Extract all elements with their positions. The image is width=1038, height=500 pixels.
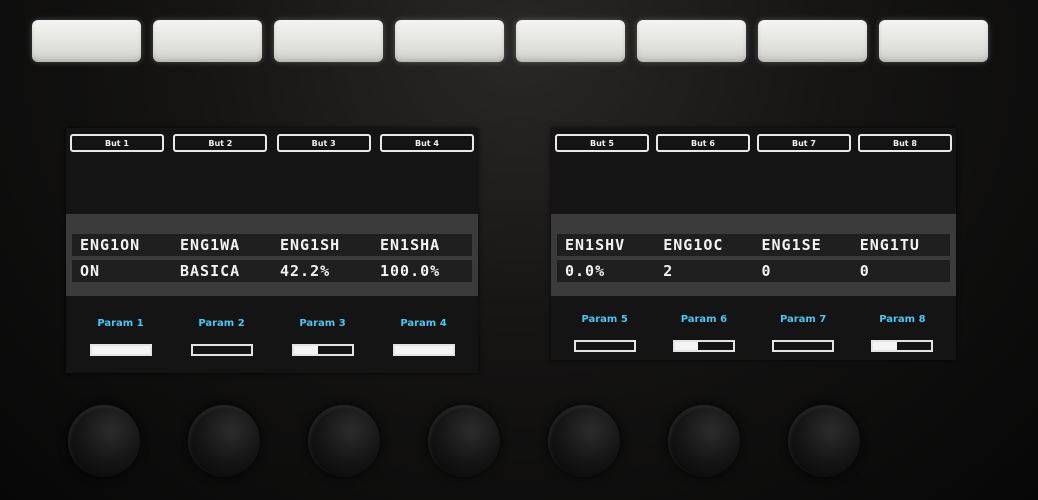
param-label-6: Param 6 <box>680 314 728 325</box>
param-1: Param 1 <box>70 318 171 356</box>
param-label-5: Param 5 <box>581 314 628 325</box>
soft-button-7[interactable]: But 7 <box>757 134 851 152</box>
top-button-4[interactable] <box>395 20 504 62</box>
soft-button-5[interactable]: But 5 <box>555 134 649 152</box>
param-meter-4[interactable] <box>392 344 455 356</box>
left-param-meter-row: Param 1 Param 2 Param 3 Param 4 <box>70 318 474 356</box>
param-value-7: 0 <box>761 262 772 280</box>
left-param-value-row: ON BASICA 42.2% 100.0% <box>72 260 472 282</box>
param-meter-fill-4 <box>394 346 453 354</box>
param-value-4: 100.0% <box>380 262 441 280</box>
knob-2[interactable] <box>188 405 260 477</box>
param-5: Param 5 <box>555 314 654 352</box>
top-button-8[interactable] <box>879 20 988 62</box>
param-name-3: ENG1SH <box>280 236 341 254</box>
soft-button-6[interactable]: But 6 <box>656 134 750 152</box>
param-8: Param 8 <box>853 314 952 352</box>
knob-4[interactable] <box>428 405 500 477</box>
top-button-6[interactable] <box>637 20 746 62</box>
top-button-1[interactable] <box>32 20 141 62</box>
param-name-8: ENG1TU <box>859 236 920 254</box>
knob-row <box>68 405 860 477</box>
right-param-meter-row: Param 5 Param 6 Param 7 Param 8 <box>555 314 952 352</box>
soft-button-8[interactable]: But 8 <box>858 134 952 152</box>
left-soft-button-row: But 1 But 2 But 3 But 4 <box>70 134 474 152</box>
param-meter-fill-8 <box>873 342 897 350</box>
param-meter-3[interactable] <box>291 344 354 356</box>
param-name-2: ENG1WA <box>180 236 241 254</box>
param-meter-fill-3 <box>293 346 318 354</box>
param-name-1: ENG1ON <box>80 236 141 254</box>
controller-device: But 1 But 2 But 3 But 4 ENG1ON ENG1WA EN… <box>0 0 1038 500</box>
knob-3[interactable] <box>308 405 380 477</box>
right-param-value-row: 0.0% 2 0 0 <box>557 260 950 282</box>
param-name-7: ENG1SE <box>761 236 822 254</box>
soft-button-2[interactable]: But 2 <box>173 134 268 152</box>
param-meter-2[interactable] <box>190 344 253 356</box>
param-value-6: 2 <box>663 262 674 280</box>
param-meter-fill-1 <box>91 346 150 354</box>
soft-button-3[interactable]: But 3 <box>276 134 371 152</box>
top-button-2[interactable] <box>153 20 262 62</box>
param-value-3: 42.2% <box>280 262 331 280</box>
knob-5[interactable] <box>548 405 620 477</box>
param-value-2: BASICA <box>180 262 241 280</box>
soft-button-4[interactable]: But 4 <box>379 134 474 152</box>
param-7: Param 7 <box>754 314 853 352</box>
param-6: Param 6 <box>654 314 753 352</box>
param-2: Param 2 <box>171 318 272 356</box>
param-name-5: EN1SHV <box>565 236 626 254</box>
right-soft-button-row: But 5 But 6 But 7 But 8 <box>555 134 952 152</box>
param-meter-fill-6 <box>674 342 699 350</box>
param-value-5: 0.0% <box>565 262 606 280</box>
param-label-7: Param 7 <box>779 314 827 325</box>
param-label-1: Param 1 <box>97 318 144 329</box>
param-value-8: 0 <box>859 262 870 280</box>
top-button-3[interactable] <box>274 20 383 62</box>
param-label-4: Param 4 <box>400 318 447 329</box>
param-label-8: Param 8 <box>879 314 926 325</box>
param-name-4: EN1SHA <box>380 236 441 254</box>
right-param-name-row: EN1SHV ENG1OC ENG1SE ENG1TU <box>557 234 950 256</box>
param-value-1: ON <box>80 262 101 280</box>
top-button-7[interactable] <box>758 20 867 62</box>
soft-button-1[interactable]: But 1 <box>70 134 164 152</box>
param-name-6: ENG1OC <box>663 236 724 254</box>
knob-7[interactable] <box>788 405 860 477</box>
param-3: Param 3 <box>272 318 373 356</box>
param-meter-5[interactable] <box>573 340 636 352</box>
param-4: Param 4 <box>373 318 474 356</box>
param-meter-1[interactable] <box>89 344 152 356</box>
param-meter-8[interactable] <box>871 340 934 352</box>
param-meter-6[interactable] <box>672 340 735 352</box>
param-label-3: Param 3 <box>299 318 346 329</box>
top-button-row <box>32 20 988 62</box>
left-param-name-row: ENG1ON ENG1WA ENG1SH EN1SHA <box>72 234 472 256</box>
right-screen: But 5 But 6 But 7 But 8 EN1SHV ENG1OC EN… <box>551 128 956 360</box>
param-label-2: Param 2 <box>198 318 245 329</box>
knob-1[interactable] <box>68 405 140 477</box>
left-screen: But 1 But 2 But 3 But 4 ENG1ON ENG1WA EN… <box>66 128 478 373</box>
top-button-5[interactable] <box>516 20 625 62</box>
param-meter-7[interactable] <box>772 340 835 352</box>
knob-6[interactable] <box>668 405 740 477</box>
